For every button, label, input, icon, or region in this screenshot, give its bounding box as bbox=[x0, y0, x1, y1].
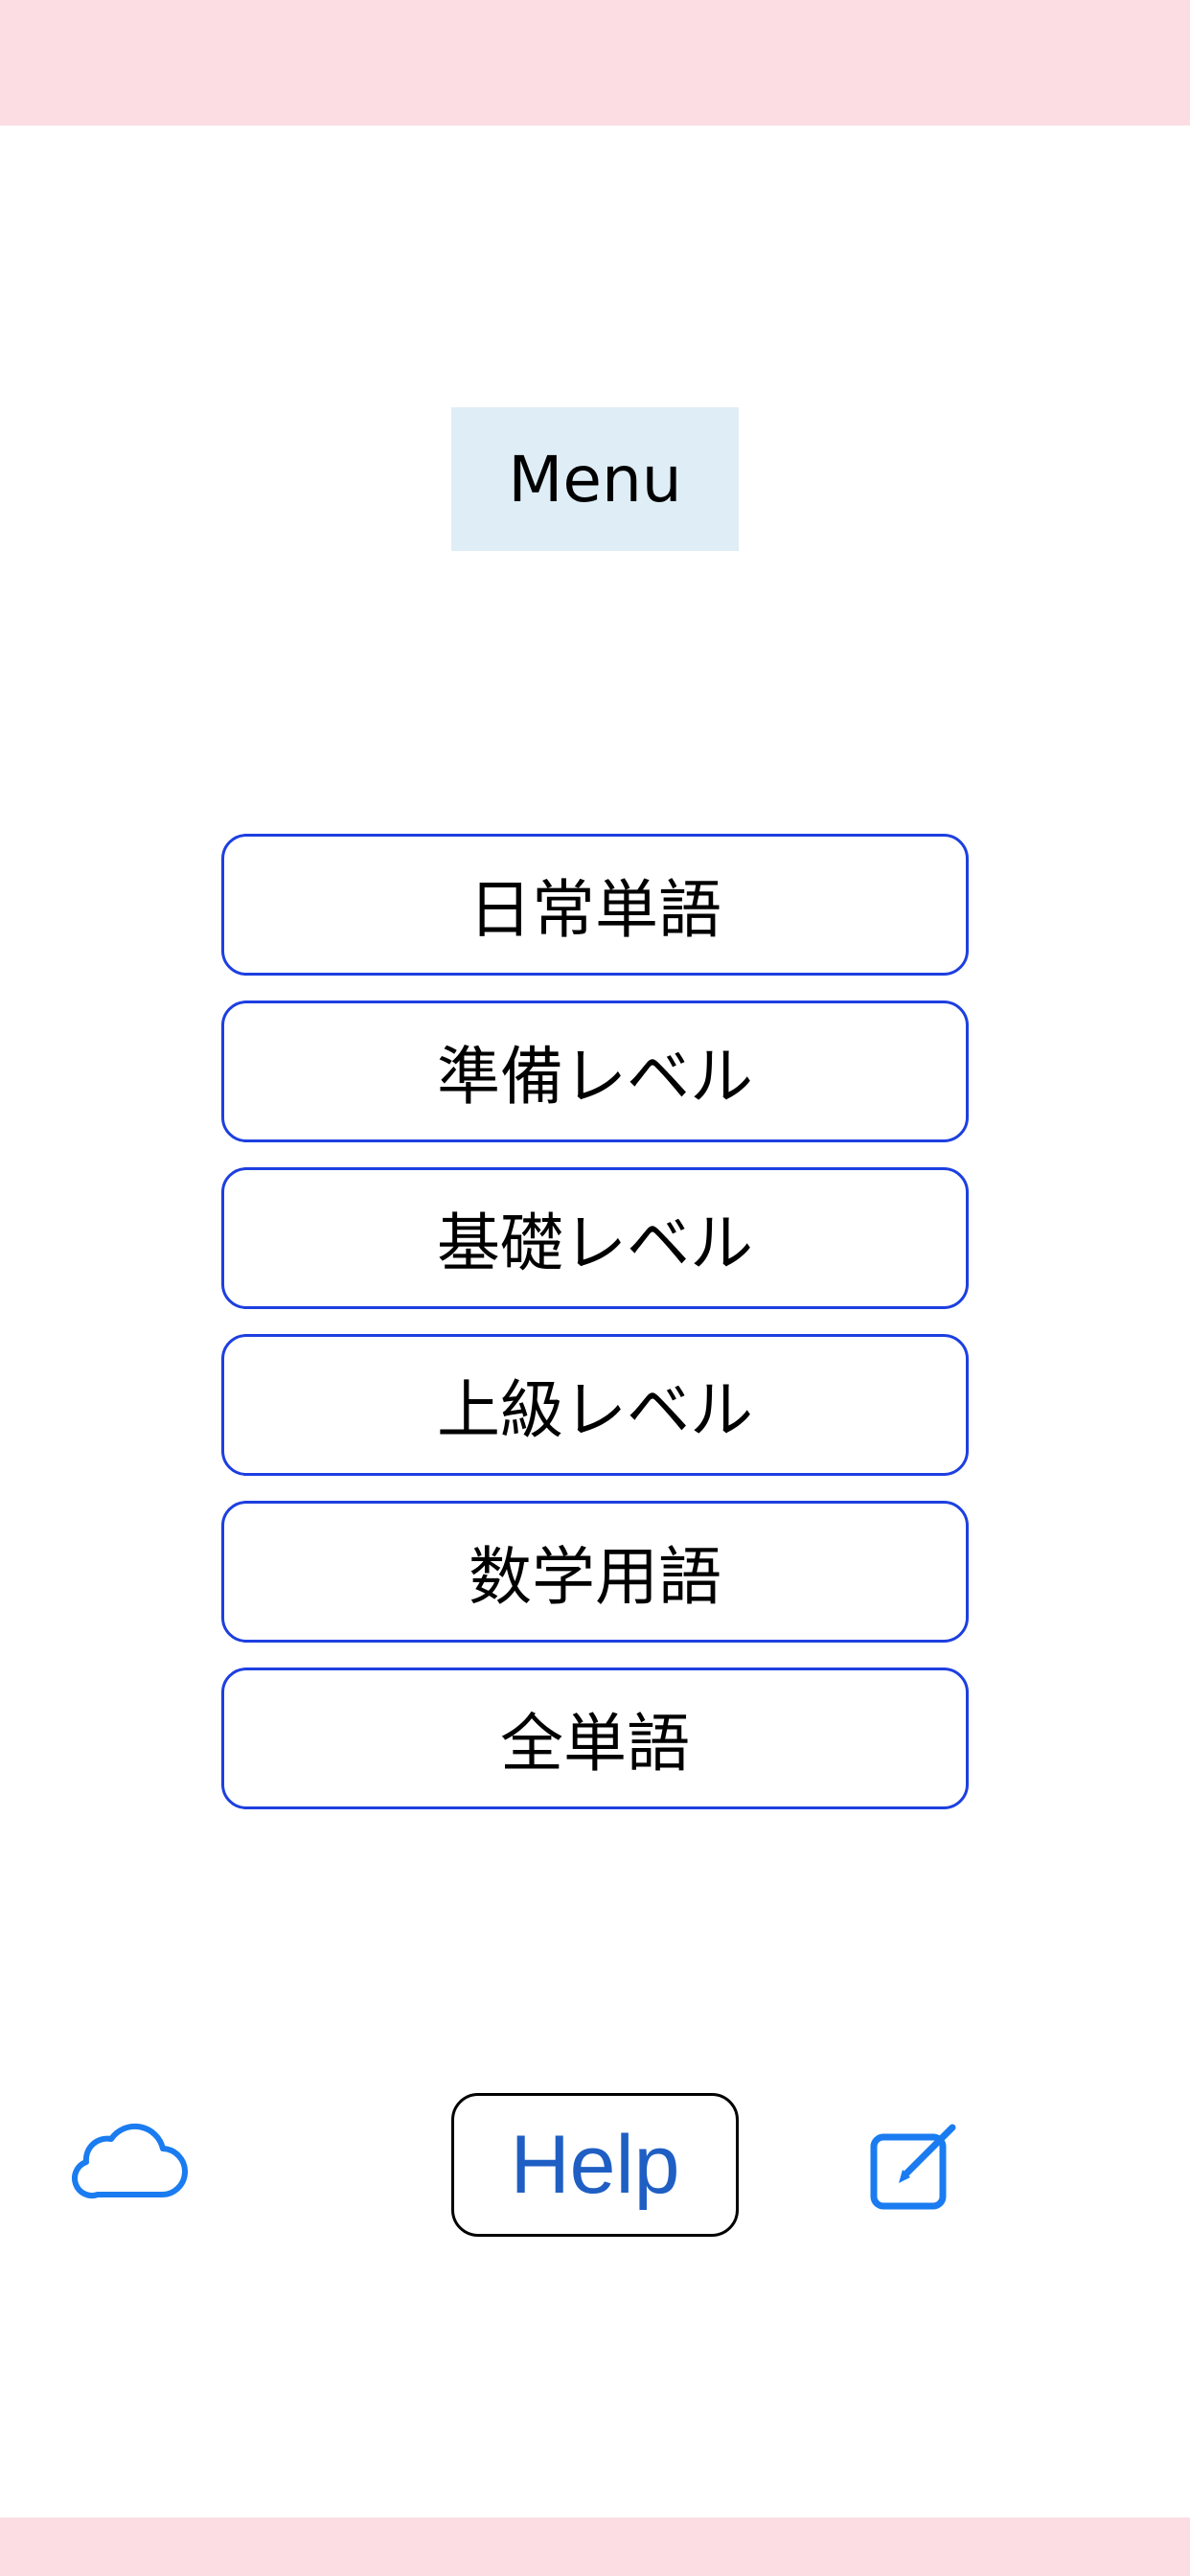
bottom-bar bbox=[0, 2518, 1190, 2576]
menu-button-label: 上級レベル bbox=[437, 1373, 753, 1447]
menu-button-basic-level[interactable]: 基礎レベル bbox=[221, 1167, 969, 1309]
screen: Menu 日常単語 準備レベル 基礎レベル 上級レベル 数学用語 全単語 Hel… bbox=[0, 0, 1190, 2576]
page-title-label: Menu bbox=[508, 442, 682, 517]
compose-icon bbox=[870, 2124, 956, 2210]
menu-button-label: 数学用語 bbox=[469, 1540, 721, 1614]
menu-button-advanced-level[interactable]: 上級レベル bbox=[221, 1334, 969, 1476]
menu-list: 日常単語 準備レベル 基礎レベル 上級レベル 数学用語 全単語 bbox=[221, 834, 969, 1834]
menu-button-label: 全単語 bbox=[500, 1707, 690, 1781]
cloud-icon bbox=[72, 2123, 188, 2199]
help-button-label: Help bbox=[510, 2118, 680, 2211]
top-bar bbox=[0, 0, 1190, 126]
menu-button-prep-level[interactable]: 準備レベル bbox=[221, 1000, 969, 1142]
menu-button-all-words[interactable]: 全単語 bbox=[221, 1668, 969, 1809]
help-button[interactable]: Help bbox=[451, 2093, 739, 2237]
menu-button-daily-words[interactable]: 日常単語 bbox=[221, 834, 969, 976]
menu-button-label: 基礎レベル bbox=[437, 1207, 753, 1280]
menu-button-label: 準備レベル bbox=[437, 1040, 753, 1114]
menu-button-math-terms[interactable]: 数学用語 bbox=[221, 1501, 969, 1643]
cloud-button[interactable] bbox=[69, 2118, 188, 2200]
page-title: Menu bbox=[451, 407, 739, 551]
menu-button-label: 日常単語 bbox=[469, 873, 721, 947]
compose-button[interactable] bbox=[868, 2120, 960, 2212]
